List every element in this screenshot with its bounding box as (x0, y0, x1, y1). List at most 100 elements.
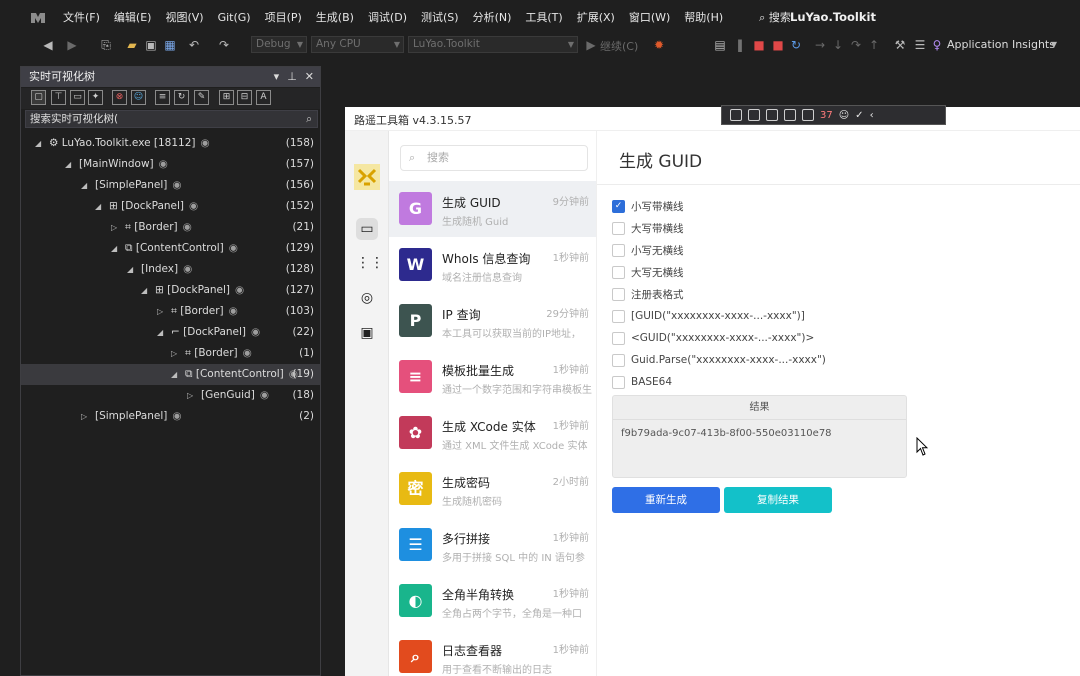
diagnostics-icon[interactable]: ▤ (712, 37, 728, 53)
step-out-icon[interactable]: ↑ (866, 37, 882, 53)
tool-list-item[interactable]: 密生成密码 生成随机密码 2小时前 (389, 461, 596, 517)
chevron-down-icon[interactable]: ▼ (1046, 37, 1062, 53)
dropdown-arrow-icon[interactable]: ▾ (274, 67, 280, 87)
tree-row[interactable]: ◢ [SimplePanel] ◉ (156) (21, 175, 320, 196)
format-option[interactable]: Guid.Parse("xxxxxxxx-xxxx-...-xxxx") (612, 351, 826, 369)
lightbulb-icon[interactable]: ♀ (929, 37, 945, 53)
pause-icon[interactable]: ‖ (732, 37, 748, 53)
platform-combo[interactable]: Any CPU ▼ (311, 36, 404, 53)
format-option[interactable]: 大写带横线 (612, 219, 684, 237)
inspect-eye-icon[interactable]: ◉ (189, 200, 198, 212)
format-checkbox[interactable] (612, 243, 625, 257)
display-layout-adorners-icon[interactable] (766, 109, 778, 121)
collapse-arrow-icon[interactable]: ◢ (127, 259, 133, 280)
menu-item[interactable]: 窗口(W) (622, 9, 677, 25)
collapse-arrow-icon[interactable]: ◢ (171, 364, 177, 385)
inspect-eye-icon[interactable]: ◉ (172, 179, 181, 191)
result-value[interactable]: f9b79ada-9c07-413b-8f00-550e03110e78 (613, 420, 906, 447)
play-icon[interactable]: ▶ (583, 37, 599, 53)
startup-project-combo[interactable]: LuYao.Toolkit ▼ (408, 36, 578, 53)
close-icon[interactable]: ✕ (305, 67, 314, 87)
apps-grid-icon[interactable]: ⋮⋮ (356, 252, 384, 274)
continue-button[interactable]: 继续(C) (600, 38, 638, 54)
display-adorner-icon[interactable]: ⊤ (51, 90, 66, 105)
inspect-eye-icon[interactable]: ◉ (183, 221, 192, 233)
inspect-eye-icon[interactable]: ◉ (260, 389, 269, 401)
tree-row[interactable]: ◢ ⊞ [DockPanel] ◉ (152) (21, 196, 320, 217)
hot-reload-icon[interactable]: ✹ (651, 37, 667, 53)
format-option[interactable]: ✓ 小写带横线 (612, 197, 684, 215)
format-option[interactable]: 大写无横线 (612, 263, 684, 281)
collapse-all-icon[interactable]: ⊟ (237, 90, 252, 105)
accessibility-icon[interactable]: ☺ (131, 90, 146, 105)
tree-row[interactable]: ▷ ⌗ [Border] ◉ (1) (21, 343, 320, 364)
diagnostic-tools-icon[interactable]: ⚒ (892, 37, 908, 53)
collapse-arrow-icon[interactable]: ◢ (95, 196, 101, 217)
tree-search-input[interactable]: 搜索实时可视化树( ⌕ (25, 110, 318, 128)
configuration-combo[interactable]: Debug ▼ (251, 36, 307, 53)
inspect-eye-icon[interactable]: ◉ (183, 263, 192, 275)
back-icon[interactable]: ◀ (40, 37, 56, 53)
save-icon[interactable]: ▣ (143, 37, 159, 53)
format-checkbox[interactable] (612, 353, 625, 367)
format-option[interactable]: 注册表格式 (612, 285, 684, 303)
tree-row[interactable]: ▷ [GenGuid] ◉ (18) (21, 385, 320, 406)
stop-square-icon[interactable]: ■ (770, 37, 786, 53)
checkmark-circle-icon[interactable]: ✓ (855, 110, 863, 121)
menu-item[interactable]: 编辑(E) (107, 9, 159, 25)
tool-list-item[interactable]: P IP 查询 本工具可以获取当前的IP地址， 29分钟前 (389, 293, 596, 349)
settings-wrench-icon[interactable]: ✎ (194, 90, 209, 105)
format-option[interactable]: <GUID("xxxxxxxx-xxxx-...-xxxx")> (612, 329, 814, 347)
new-project-icon[interactable]: ⎘ (98, 37, 114, 53)
menu-item[interactable]: 调试(D) (361, 9, 414, 25)
format-checkbox[interactable] (612, 331, 625, 345)
select-element-icon[interactable]: ▢ (31, 90, 46, 105)
format-option[interactable]: 小写无横线 (612, 241, 684, 259)
hot-reload-status-icon[interactable]: ⊗ (112, 90, 127, 105)
format-checkbox[interactable] (612, 309, 625, 323)
format-checkbox[interactable]: ✓ (612, 199, 625, 213)
tree-row[interactable]: ◢ ⌐ [DockPanel] ◉ (22) (21, 322, 320, 343)
expand-arrow-icon[interactable]: ▷ (81, 406, 87, 427)
format-checkbox[interactable] (612, 375, 625, 389)
xaml-source-icon[interactable]: A (256, 90, 271, 105)
menu-item[interactable]: Git(G) (211, 11, 258, 24)
collapse-arrow-icon[interactable]: ◢ (157, 322, 163, 343)
format-option[interactable]: BASE64 (612, 373, 672, 391)
menu-item[interactable]: 项目(P) (258, 9, 309, 25)
menu-item[interactable]: 扩展(X) (570, 9, 622, 25)
tree-row[interactable]: ◢ ⚙ LuYao.Toolkit.exe [18112] ◉ (158) (21, 133, 320, 154)
expand-arrow-icon[interactable]: ▷ (157, 301, 163, 322)
tool-list-item[interactable]: ≡ 模板批量生成 通过一个数字范围和字符串模板生 1秒钟前 (389, 349, 596, 405)
tree-row[interactable]: ◢ [MainWindow] ◉ (157) (21, 154, 320, 175)
format-checkbox[interactable] (612, 287, 625, 301)
undo-icon[interactable]: ↶ (186, 37, 202, 53)
refresh-icon[interactable]: ↻ (174, 90, 189, 105)
redo-icon[interactable]: ↷ (216, 37, 232, 53)
collapse-arrow-icon[interactable]: ◢ (81, 175, 87, 196)
inspect-eye-icon[interactable]: ◉ (235, 284, 244, 296)
forward-icon[interactable]: ▶ (64, 37, 80, 53)
tree-row[interactable]: ▷ ⌗ [Border] ◉ (103) (21, 301, 320, 322)
tool-list-item[interactable]: G 生成 GUID 生成随机 Guid 9分钟前 (389, 181, 596, 237)
step-into-icon[interactable]: ↓ (830, 37, 846, 53)
expand-all-icon[interactable]: ⊞ (219, 90, 234, 105)
track-focus-icon[interactable]: ▭ (70, 90, 85, 105)
menu-item[interactable]: 工具(T) (518, 9, 569, 25)
format-option[interactable]: [GUID("xxxxxxxx-xxxx-...-xxxx")] (612, 307, 805, 325)
track-focus-icon[interactable] (784, 109, 796, 121)
tool-list-item[interactable]: ✿ 生成 XCode 实体 通过 XML 文件生成 XCode 实体 1秒钟前 (389, 405, 596, 461)
format-checkbox[interactable] (612, 265, 625, 279)
step-over-icon[interactable]: ↷ (848, 37, 864, 53)
menu-item[interactable]: 测试(S) (414, 9, 466, 25)
tree-row[interactable]: ◢ [Index] ◉ (128) (21, 259, 320, 280)
menu-item[interactable]: 帮助(H) (677, 9, 730, 25)
menu-item[interactable]: 分析(N) (466, 9, 519, 25)
regenerate-button[interactable]: 重新生成 (612, 487, 720, 513)
format-checkbox[interactable] (612, 221, 625, 235)
open-folder-icon[interactable]: ▰ (124, 37, 140, 53)
application-insights-button[interactable]: Application Insights (947, 38, 1055, 51)
pin-icon[interactable]: ⊥ (287, 67, 297, 87)
go-to-live-tree-icon[interactable] (730, 109, 742, 121)
tree-row[interactable]: ◢ ⧉ [ContentControl] ◉ (129) (21, 238, 320, 259)
